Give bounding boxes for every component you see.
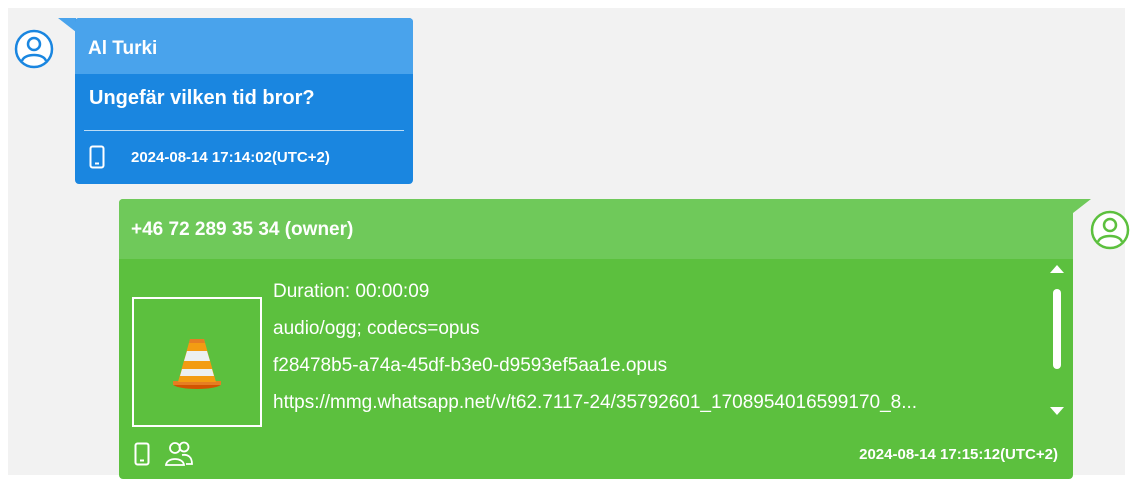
outgoing-timestamp: 2024-08-14 17:15:12(UTC+2) bbox=[859, 445, 1058, 463]
outgoing-bubble-tail bbox=[1073, 199, 1091, 213]
phone-icon bbox=[89, 145, 105, 169]
attachment-mime-type: audio/ogg; codecs=opus bbox=[273, 318, 480, 339]
incoming-timestamp: 2024-08-14 17:14:02(UTC+2) bbox=[131, 148, 330, 166]
outgoing-sender-name: +46 72 289 35 34 (owner) bbox=[119, 199, 1073, 259]
outgoing-avatar-icon bbox=[1090, 210, 1130, 250]
incoming-sender-name: Al Turki bbox=[75, 18, 413, 74]
scroll-thumb[interactable] bbox=[1053, 289, 1061, 369]
vlc-cone-icon bbox=[173, 339, 221, 389]
outgoing-footer: 2024-08-14 17:15:12(UTC+2) bbox=[134, 439, 1058, 469]
phone-icon bbox=[134, 442, 150, 466]
attachment-url[interactable]: https://mmg.whatsapp.net/v/t62.7117-24/3… bbox=[273, 390, 1043, 427]
attachment-duration: Duration: 00:00:09 bbox=[273, 281, 430, 302]
group-icon bbox=[164, 439, 194, 469]
audio-attachment-thumbnail[interactable] bbox=[132, 297, 262, 427]
attachment-details: Duration: 00:00:09 audio/ogg; codecs=opu… bbox=[273, 279, 1043, 427]
incoming-bubble-tail bbox=[58, 18, 76, 32]
incoming-footer: 2024-08-14 17:14:02(UTC+2) bbox=[75, 131, 413, 169]
outgoing-message-bubble[interactable]: +46 72 289 35 34 (owner) Duration: 00:00… bbox=[119, 199, 1073, 479]
attachment-filename[interactable]: f28478b5-a74a-45df-b3e0-d9593ef5aa1e.opu… bbox=[273, 353, 1043, 390]
attachment-scrollbar[interactable] bbox=[1047, 261, 1067, 421]
incoming-avatar-icon bbox=[14, 29, 54, 69]
scroll-down-arrow-icon[interactable] bbox=[1050, 407, 1064, 415]
incoming-message-bubble[interactable]: Al Turki Ungefär vilken tid bror? 2024-0… bbox=[75, 18, 413, 184]
scroll-up-arrow-icon[interactable] bbox=[1050, 265, 1064, 273]
incoming-message-text: Ungefär vilken tid bror? bbox=[89, 87, 315, 109]
